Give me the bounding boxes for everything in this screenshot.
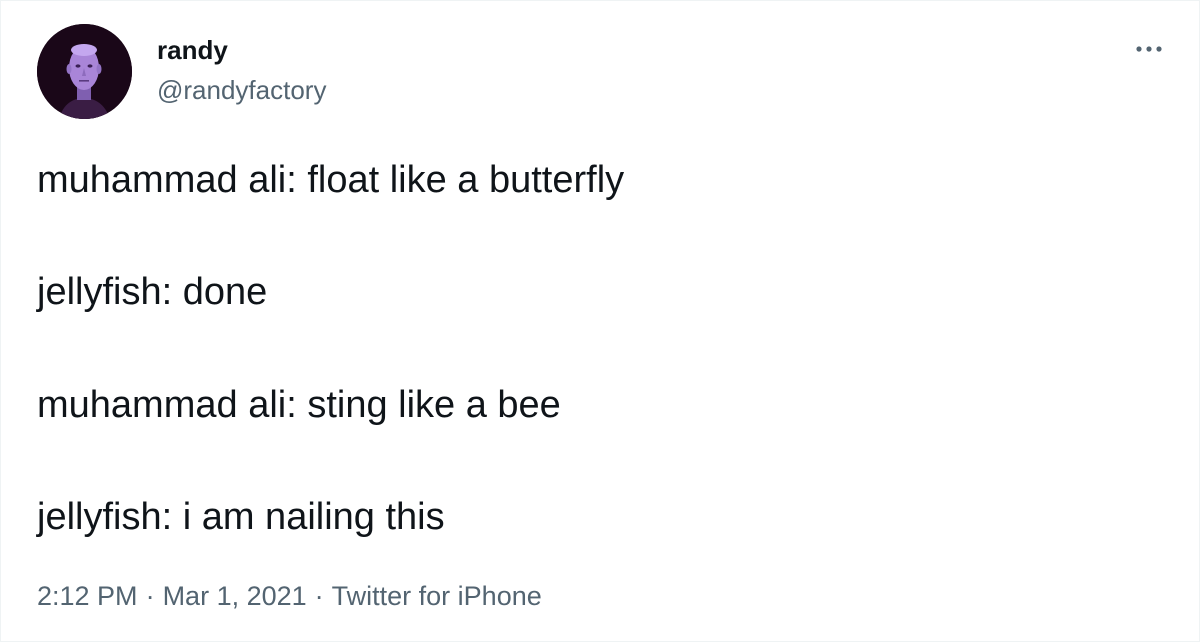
meta-separator: ·: [145, 581, 155, 611]
tweet-text-line: muhammad ali: float like a butterfly: [37, 159, 625, 201]
purple-face-avatar-icon: [37, 24, 132, 119]
meta-separator: ·: [314, 581, 324, 611]
tweet-date-link[interactable]: Mar 1, 2021: [163, 581, 307, 611]
tweet-text-line: jellyfish: i am nailing this: [37, 496, 445, 538]
more-options-button[interactable]: [1129, 35, 1169, 63]
author-handle[interactable]: @randyfactory: [157, 74, 326, 106]
tweet-text-line: muhammad ali: sting like a bee: [37, 384, 561, 426]
tweet-source-link[interactable]: Twitter for iPhone: [332, 581, 542, 611]
tweet-text-line: jellyfish: done: [37, 271, 268, 313]
tweet-metadata: 2:12 PM · Mar 1, 2021 · Twitter for iPhone: [37, 579, 542, 613]
tweet-card: randy @randyfactory muhammad ali: float …: [0, 0, 1200, 642]
author-display-name[interactable]: randy: [157, 34, 228, 66]
tweet-time-link[interactable]: 2:12 PM: [37, 581, 138, 611]
more-horizontal-icon: [1136, 46, 1162, 52]
avatar[interactable]: [37, 24, 132, 119]
